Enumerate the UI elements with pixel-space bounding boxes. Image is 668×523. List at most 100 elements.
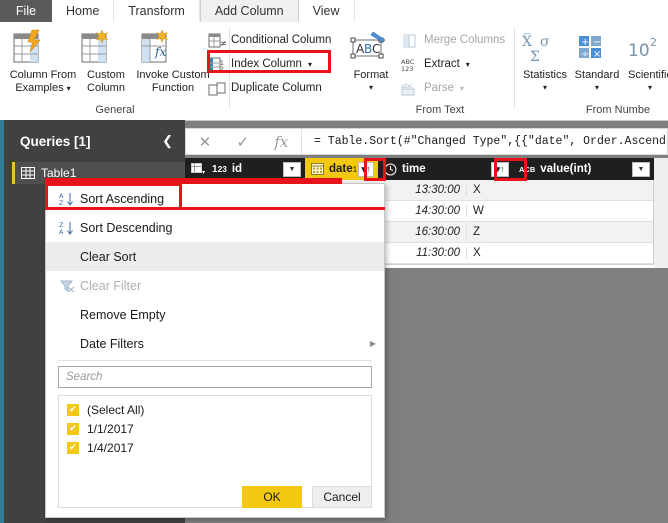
invoke-custom-function-icon: fx <box>134 28 212 66</box>
duplicate-column-label: Duplicate Column <box>231 82 322 94</box>
menu-item-sort-ascending-label: Sort Ascending <box>80 191 165 206</box>
index-column-chevron-down-icon[interactable]: ▾ <box>308 60 312 69</box>
invoke-custom-function-label-1: Invoke Custom <box>136 69 210 81</box>
column-time-filter-dropdown[interactable]: ▾↑ <box>491 161 509 177</box>
menu-item-clear-sort-label: Clear Sort <box>80 249 137 264</box>
column-id-filter-dropdown[interactable]: ▼ <box>283 161 301 177</box>
123-whole-number-icon: 123 <box>212 163 227 175</box>
ribbon-group-from-text: A B C Format ▾ Merge Columns ABC 123 Ext… <box>345 22 515 120</box>
checkbox-checked-icon[interactable]: ✔ <box>67 422 79 435</box>
svg-text:fx: fx <box>154 45 166 59</box>
custom-column-label-1: Custom <box>87 69 125 81</box>
column-header-time[interactable]: time ▾↑ <box>378 158 513 180</box>
chevron-down-icon[interactable]: ▾ <box>67 84 71 93</box>
menu-item-clear-sort[interactable]: Clear Sort <box>46 242 384 271</box>
chevron-right-icon: ▶ <box>369 339 376 348</box>
scientific-chevron-down-icon[interactable]: ▾ <box>622 82 668 95</box>
formula-input[interactable]: = Table.Sort(#"Changed Type",{{"date", O… <box>302 135 667 148</box>
filter-checkbox-select-all[interactable]: ✔ (Select All) <box>59 400 371 419</box>
fx-icon[interactable]: fx <box>274 133 288 151</box>
tab-file[interactable]: File <box>0 0 52 22</box>
conditional-column-icon: ≠ <box>208 32 227 49</box>
menu-divider <box>58 360 372 361</box>
tab-view-label: View <box>312 4 340 18</box>
menu-item-date-filters[interactable]: Date Filters ▶ <box>46 329 384 358</box>
column-date-filter-dropdown[interactable]: ▾↑ <box>358 161 374 177</box>
column-header-id[interactable]: 123 id ▼ <box>185 158 305 180</box>
checkbox-checked-icon[interactable]: ✔ <box>67 403 79 416</box>
svg-text:Σ: Σ <box>530 49 540 65</box>
tab-view[interactable]: View <box>298 0 355 22</box>
parse-button: abc Parse ▾ <box>401 78 464 98</box>
chevron-left-icon[interactable]: ❮ <box>162 133 173 149</box>
format-label: Format <box>353 69 389 81</box>
column-header-date[interactable]: date 1 ▾↑ <box>305 158 378 180</box>
ribbon-group-from-text-label: From Text <box>415 104 465 116</box>
filter-search-input[interactable]: Search <box>58 366 372 388</box>
custom-column-icon <box>76 28 136 66</box>
statistics-sigma-icon: X̅ σ Σ <box>518 28 572 66</box>
filter-search-placeholder: Search <box>66 371 103 383</box>
merge-columns-label: Merge Columns <box>424 34 506 46</box>
merge-columns-icon <box>401 32 420 49</box>
column-header-value-label: value(int) <box>540 163 592 175</box>
statistics-button[interactable]: X̅ σ Σ Statistics ▾ <box>518 26 572 94</box>
custom-column-button[interactable]: Custom Column <box>76 26 136 94</box>
menu-item-sort-ascending[interactable]: A Z Sort Ascending <box>46 184 384 213</box>
sort-az-ascending-icon: A Z <box>54 191 80 207</box>
grid-vertical-scrollbar[interactable] <box>654 158 668 268</box>
svg-text:2: 2 <box>650 36 657 49</box>
duplicate-column-button[interactable]: Duplicate Column <box>208 78 322 98</box>
index-column-button[interactable]: 1 2 Index Column ▾ <box>208 54 312 74</box>
tab-file-label: File <box>15 4 37 18</box>
ok-button[interactable]: OK <box>242 486 302 508</box>
cancel-x-icon[interactable]: ✕ <box>199 133 212 151</box>
format-chevron-down-icon[interactable]: ▾ <box>345 82 397 95</box>
standard-chevron-down-icon[interactable]: ▾ <box>570 82 624 95</box>
tab-home[interactable]: Home <box>52 0 115 22</box>
filter-checkbox-item[interactable]: ✔ 1/4/2017 <box>59 438 371 457</box>
svg-text:123: 123 <box>401 65 413 73</box>
grid-corner-icon[interactable] <box>191 162 206 176</box>
column-from-examples-label-2: Examples <box>15 81 64 94</box>
filter-checkbox-select-all-label: (Select All) <box>87 402 145 417</box>
format-button[interactable]: A B C Format ▾ <box>345 26 397 94</box>
power-query-editor-window: File Home Transform Add Column View Colu… <box>0 0 668 523</box>
column-header-value[interactable]: ACB value(int) ▼ <box>513 158 654 180</box>
tab-add-column[interactable]: Add Column <box>199 0 299 22</box>
cell-time: 14:30:00 <box>377 205 467 217</box>
calendar-date-icon <box>311 163 324 175</box>
column-value-filter-dropdown[interactable]: ▼ <box>632 161 650 177</box>
checkbox-checked-icon[interactable]: ✔ <box>67 441 79 454</box>
menu-item-sort-descending[interactable]: Z A Sort Descending <box>46 213 384 242</box>
accept-check-icon[interactable]: ✓ <box>236 133 249 151</box>
statistics-chevron-down-icon[interactable]: ▾ <box>518 82 572 95</box>
table-icon <box>21 167 35 179</box>
scientific-label: Scientific <box>627 69 668 81</box>
extract-chevron-down-icon[interactable]: ▾ <box>466 60 470 69</box>
cell-time: 13:30:00 <box>377 184 467 196</box>
column-from-examples-button[interactable]: Column From Examples ▾ <box>6 26 80 95</box>
extract-button[interactable]: ABC 123 Extract ▾ <box>401 54 470 74</box>
ribbon-group-divider-2 <box>514 27 515 109</box>
svg-text:X̅: X̅ <box>522 31 532 50</box>
tab-home-label: Home <box>66 4 100 18</box>
invoke-custom-function-label-2: Function <box>151 81 195 94</box>
cancel-button[interactable]: Cancel <box>312 486 372 508</box>
tab-transform[interactable]: Transform <box>114 0 200 22</box>
standard-button[interactable]: + − ÷ × Standard ▾ <box>570 26 624 94</box>
column-header-id-label: id <box>231 163 243 175</box>
scientific-button[interactable]: 10 2 Scientific ▾ <box>622 26 668 94</box>
menu-item-remove-empty-label: Remove Empty <box>80 307 166 322</box>
dialog-button-row: OK Cancel <box>242 486 372 508</box>
queries-pane-title: Queries [1] <box>20 133 91 149</box>
menu-item-clear-filter: Clear Filter <box>46 271 384 300</box>
annotation-query-item-bar <box>45 178 342 184</box>
svg-text:10: 10 <box>628 41 650 61</box>
extract-abc123-icon: ABC 123 <box>401 56 420 73</box>
filter-checkbox-item[interactable]: ✔ 1/1/2017 <box>59 419 371 438</box>
conditional-column-button[interactable]: ≠ Conditional Column <box>208 30 331 50</box>
menu-item-remove-empty[interactable]: Remove Empty <box>46 300 384 329</box>
custom-column-label-2: Column <box>87 81 125 94</box>
invoke-custom-function-button[interactable]: fx Invoke Custom Function <box>134 26 212 94</box>
